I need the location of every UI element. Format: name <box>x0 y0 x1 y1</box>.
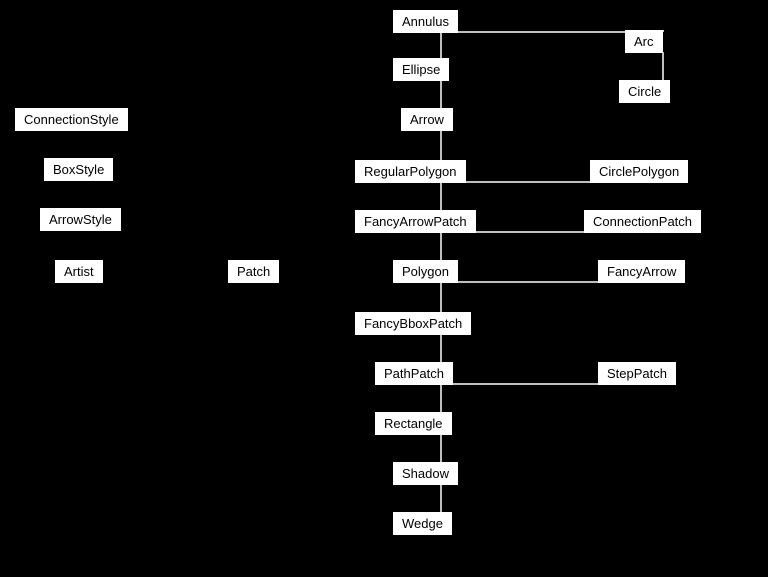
node-arrow: Arrow <box>401 108 453 131</box>
node-wedge: Wedge <box>393 512 452 535</box>
node-fancyarrowpatch: FancyArrowPatch <box>355 210 476 233</box>
node-pathpatch: PathPatch <box>375 362 453 385</box>
node-regularpolygon: RegularPolygon <box>355 160 466 183</box>
node-circle: Circle <box>619 80 670 103</box>
node-circlepolygon: CirclePolygon <box>590 160 688 183</box>
node-steppatch: StepPatch <box>598 362 676 385</box>
node-fancybboxpatch: FancyBboxPatch <box>355 312 471 335</box>
node-polygon: Polygon <box>393 260 458 283</box>
node-rectangle: Rectangle <box>375 412 452 435</box>
node-fancyarrow: FancyArrow <box>598 260 685 283</box>
node-shadow: Shadow <box>393 462 458 485</box>
node-boxstyle: BoxStyle <box>44 158 113 181</box>
node-connectionstyle: ConnectionStyle <box>15 108 128 131</box>
node-patch: Patch <box>228 260 279 283</box>
node-ellipse: Ellipse <box>393 58 449 81</box>
node-annulus: Annulus <box>393 10 458 33</box>
node-connectionpatch: ConnectionPatch <box>584 210 701 233</box>
node-arc: Arc <box>625 30 663 53</box>
node-artist: Artist <box>55 260 103 283</box>
node-arrowstyle: ArrowStyle <box>40 208 121 231</box>
